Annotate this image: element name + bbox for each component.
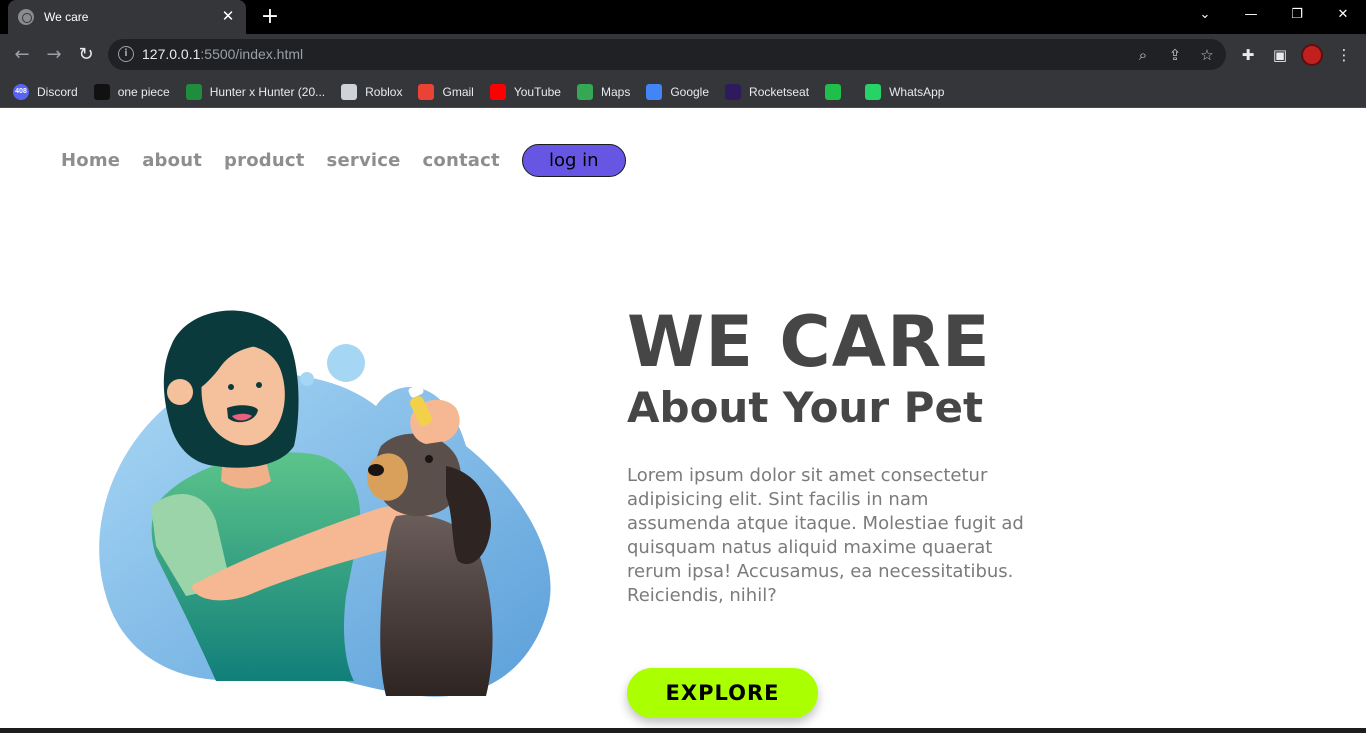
bookmark-label: Hunter x Hunter (20... — [209, 84, 326, 99]
dog-nose — [368, 464, 384, 476]
rocketseat-icon — [725, 83, 742, 100]
woman-eye-left — [228, 384, 234, 390]
zoom-icon[interactable]: ⌕ — [1132, 44, 1154, 66]
taskbar-strip — [0, 728, 1366, 733]
maps-icon — [576, 83, 593, 100]
profile-avatar[interactable] — [1301, 44, 1323, 66]
bookmark-item[interactable]: Hunter x Hunter (20... — [185, 83, 326, 100]
minimize-icon[interactable]: — — [1228, 0, 1274, 32]
bookmark-item[interactable]: YouTube — [489, 83, 561, 100]
browser-toolbar: ← → ↻ i 127.0.0.1:5500/index.html ⌕ ⇪ ☆ … — [0, 34, 1366, 76]
new-tab-icon[interactable]: + — [258, 5, 282, 29]
bookmark-item[interactable]: one piece — [93, 83, 170, 100]
dog-eye — [425, 455, 433, 463]
one-piece-icon — [93, 83, 110, 100]
back-arrow-icon[interactable]: ← — [8, 41, 36, 69]
phone-icon — [825, 83, 842, 100]
chevron-down-icon[interactable]: ⌄ — [1182, 0, 1228, 32]
close-tab-icon[interactable]: ✕ — [220, 9, 236, 25]
bookmark-item[interactable]: Gmail — [418, 83, 474, 100]
hero-description: Lorem ipsum dolor sit amet consectetur a… — [627, 465, 1024, 606]
restore-icon[interactable]: ❐ — [1274, 0, 1320, 32]
nav-home-link[interactable]: Home — [61, 150, 120, 171]
bubble-small — [300, 372, 314, 386]
woman-ear — [167, 379, 193, 405]
bookmark-label: YouTube — [513, 84, 561, 99]
hero-illustration — [99, 310, 551, 697]
bookmark-item[interactable]: WhatsApp — [865, 83, 945, 100]
bookmark-item[interactable]: 408 Discord — [13, 83, 78, 100]
nav-service-link[interactable]: service — [327, 150, 401, 171]
hero-text: WE CARE About Your Pet Lorem ipsum dolor… — [627, 300, 1047, 608]
google-icon — [646, 83, 663, 100]
globe-icon — [18, 9, 34, 25]
share-icon[interactable]: ⇪ — [1164, 44, 1186, 66]
web-page: Home about product service contact log i… — [0, 108, 1366, 728]
bookmark-item[interactable]: Rocketseat — [725, 83, 810, 100]
address-bar[interactable]: i 127.0.0.1:5500/index.html ⌕ ⇪ ☆ — [108, 39, 1226, 70]
bookmark-item[interactable] — [825, 83, 849, 100]
youtube-icon — [489, 83, 506, 100]
bookmark-item[interactable]: Maps — [576, 83, 631, 100]
side-panel-icon[interactable]: ▣ — [1268, 43, 1292, 67]
bookmark-label: Discord — [37, 84, 78, 99]
discord-icon: 408 — [13, 83, 29, 100]
hero-subheading: About Your Pet — [627, 383, 984, 432]
bookmark-item[interactable]: Google — [646, 83, 710, 100]
bookmark-label: one piece — [117, 84, 170, 99]
forward-arrow-icon[interactable]: → — [40, 41, 68, 69]
extensions-icon[interactable]: ✚ — [1236, 43, 1260, 67]
nav-contact-link[interactable]: contact — [423, 150, 500, 171]
bookmark-label: Rocketseat — [749, 84, 810, 99]
close-window-icon[interactable]: ✕ — [1320, 0, 1366, 32]
info-icon[interactable]: i — [118, 46, 134, 62]
nav-product-link[interactable]: product — [224, 150, 305, 171]
hunter-icon — [185, 83, 202, 100]
bookmark-label: Roblox — [365, 84, 403, 99]
woman-eye-right — [256, 382, 262, 388]
menu-dots-icon[interactable]: ⋮ — [1332, 43, 1356, 67]
site-nav: Home about product service contact log i… — [61, 144, 626, 177]
tab-title: We care — [44, 10, 89, 24]
nav-about-link[interactable]: about — [142, 150, 202, 171]
gmail-icon — [418, 83, 435, 100]
browser-titlebar: We care ✕ + ⌄ — ❐ ✕ — [0, 0, 1366, 34]
login-button[interactable]: log in — [521, 144, 626, 177]
bookmark-label: Maps — [600, 84, 631, 99]
hero-headline: WE CARE — [627, 301, 991, 383]
explore-button[interactable]: EXPLORE — [627, 668, 818, 718]
bookmark-label: Gmail — [442, 84, 474, 99]
roblox-icon — [341, 83, 358, 100]
bookmark-item[interactable]: Roblox — [341, 83, 403, 100]
bookmark-label: WhatsApp — [889, 84, 945, 99]
browser-tab[interactable]: We care ✕ — [8, 0, 246, 34]
bookmark-label: Google — [670, 84, 710, 99]
bubble-large — [327, 344, 365, 382]
bookmark-star-icon[interactable]: ☆ — [1196, 44, 1218, 66]
whatsapp-icon — [865, 83, 882, 100]
url-text[interactable]: 127.0.0.1:5500/index.html — [142, 46, 303, 62]
bookmarks-bar: 408 Discord one piece Hunter x Hunter (20..… — [0, 76, 1366, 108]
dog-snout — [367, 453, 408, 501]
reload-icon[interactable]: ↻ — [72, 41, 100, 69]
